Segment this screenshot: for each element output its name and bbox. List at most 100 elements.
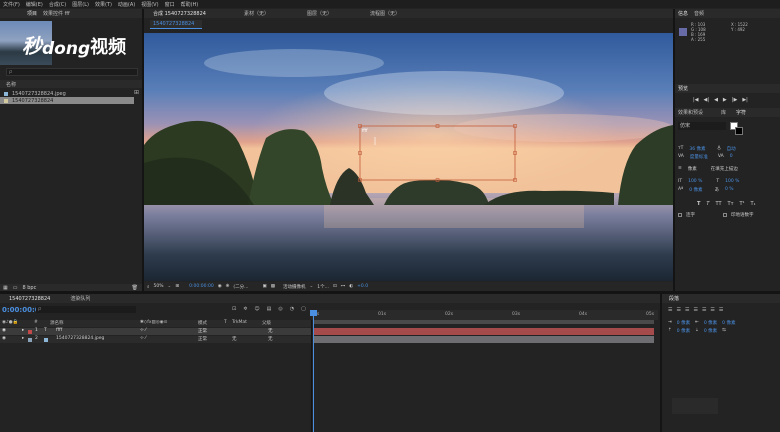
layer-mode-select[interactable]: 正常	[198, 336, 207, 342]
visibility-eye-icon[interactable]: ◉	[2, 328, 6, 333]
indent-right-field[interactable]: 0 像素	[704, 320, 717, 326]
tab-character[interactable]: 字符	[736, 109, 746, 116]
project-item[interactable]: 1540727328824.jpeg	[0, 90, 134, 97]
reverse-button[interactable]: ◀	[714, 97, 718, 103]
font-family-select[interactable]: 仿宋	[678, 122, 726, 130]
tab-layer[interactable]: 图层（无）	[307, 10, 332, 17]
faux-italic-button[interactable]: T	[706, 201, 709, 207]
text-layer-content[interactable]: ffff	[362, 128, 368, 133]
new-folder-icon[interactable]: ▭	[13, 285, 18, 291]
text-direction-icon[interactable]: ⇆	[722, 328, 726, 334]
column-trkmat[interactable]: TrkMat	[232, 320, 247, 325]
layer-name[interactable]: ffff	[56, 328, 62, 333]
tab-project[interactable]: 项目	[27, 10, 37, 17]
indent-left-field[interactable]: 0 像素	[677, 320, 690, 326]
trash-icon[interactable]: 🗑	[132, 285, 138, 291]
indent-first-field[interactable]: 0 像素	[722, 320, 735, 326]
baseline-field[interactable]: 0 像素	[689, 187, 702, 193]
justify-center-icon[interactable]: ☰	[702, 307, 706, 313]
layer-switches[interactable]: ⊹ ⁄	[140, 328, 146, 333]
tab-effect-controls[interactable]: 效果控件 fff	[43, 10, 70, 17]
stroke-mode-select[interactable]: 在填充上描边	[711, 166, 738, 172]
align-center-icon[interactable]: ☰	[676, 307, 680, 313]
layer-trkmat-select[interactable]: 无	[232, 336, 237, 342]
render-icon[interactable]: ⊡	[333, 284, 337, 289]
justify-left-icon[interactable]: ☰	[693, 307, 697, 313]
play-button[interactable]: ▶	[723, 97, 727, 103]
small-caps-button[interactable]: Tт	[728, 201, 734, 207]
timeline-search-input[interactable]: ρ	[36, 306, 136, 313]
kerning-field[interactable]: 度量标准	[690, 154, 708, 160]
menu-file[interactable]: 文件(F)	[0, 1, 23, 8]
menu-window[interactable]: 窗口	[162, 1, 178, 8]
stroke-width-field[interactable]: 像素	[688, 166, 697, 172]
layer-parent-select[interactable]: 无	[268, 328, 273, 334]
subscript-button[interactable]: T₁	[751, 201, 756, 207]
tab-audio[interactable]: 音频	[694, 10, 704, 17]
hindi-digits-checkbox[interactable]	[723, 213, 727, 217]
menu-effect[interactable]: 效果(T)	[92, 1, 115, 8]
keyframe-icon[interactable]: ▢	[301, 306, 306, 312]
tab-preview[interactable]: 预览	[678, 85, 688, 92]
menu-help[interactable]: 帮助(H)	[178, 1, 202, 8]
shy-icon[interactable]: ☺	[254, 306, 259, 312]
expand-arrow-icon[interactable]: ▸	[22, 336, 24, 341]
frame-blend-icon[interactable]: ▤	[267, 306, 272, 312]
visibility-eye-icon[interactable]: ◉	[2, 336, 6, 341]
tab-timeline-comp[interactable]: 1540727328824	[9, 296, 50, 302]
comp-mini-icon[interactable]: ⊡	[232, 306, 236, 312]
fill-stroke-swatch[interactable]	[730, 122, 744, 135]
color-icon[interactable]: ❋	[226, 284, 230, 289]
camera-select[interactable]: 活动摄像机	[283, 284, 306, 290]
font-size-field[interactable]: 36 像素	[689, 146, 705, 152]
next-frame-button[interactable]: |▶	[732, 97, 738, 103]
justify-right-icon[interactable]: ☰	[710, 307, 714, 313]
playhead-handle[interactable]	[310, 310, 317, 316]
exposure-icon[interactable]: ◐	[349, 284, 353, 289]
graph-editor-icon[interactable]: ◔	[290, 306, 294, 312]
quality-select[interactable]: (二分...	[233, 284, 248, 290]
viewer-subtab[interactable]: 1540727328824	[150, 20, 202, 29]
menu-layer[interactable]: 图层(L)	[69, 1, 92, 8]
tab-info[interactable]: 信息	[678, 10, 688, 17]
exposure-value[interactable]: +0.0	[357, 284, 368, 289]
faux-bold-button[interactable]: T	[697, 201, 700, 207]
flowchart-icon[interactable]: ⊶	[341, 284, 346, 289]
ligature-checkbox[interactable]	[678, 213, 682, 217]
column-parent[interactable]: 父级	[262, 320, 271, 326]
timecode-display[interactable]: 0:00:00:00	[189, 284, 214, 289]
region-icon[interactable]: ▣	[262, 284, 266, 289]
project-item[interactable]: 1540727328824	[0, 97, 134, 104]
layer-name[interactable]: 1540727328824.jpeg	[56, 336, 104, 341]
tsume-field[interactable]: 0 %	[725, 187, 734, 193]
interpret-footage-icon[interactable]: ▦	[3, 285, 8, 291]
tab-effects-presets[interactable]: 效果和预设	[678, 109, 703, 116]
space-before-field[interactable]: 0 像素	[677, 328, 690, 334]
project-search-input[interactable]: ρ	[6, 68, 138, 76]
layer-row[interactable]: ◉ ▸ 2 1540727328824.jpeg ⊹ ⁄ 正常 无 无	[0, 336, 312, 343]
justify-all-icon[interactable]: ☰	[719, 307, 723, 313]
tab-composition[interactable]: 合成 1540727328824	[153, 10, 206, 17]
align-left-icon[interactable]: ☰	[668, 307, 672, 313]
layer-bar-text[interactable]	[314, 328, 654, 335]
menu-edit[interactable]: 编辑(E)	[23, 1, 46, 8]
vertical-scale-field[interactable]: 100 %	[688, 179, 702, 184]
leading-field[interactable]: 自动	[727, 146, 736, 152]
layer-label-color[interactable]	[28, 329, 32, 334]
transparency-icon[interactable]: ▩	[271, 284, 275, 289]
column-source-name[interactable]: 源名称	[50, 320, 64, 326]
layer-mode-select[interactable]: 正常	[198, 328, 207, 334]
chevron-down-icon[interactable]: ⌄	[168, 284, 172, 289]
menu-composition[interactable]: 合成(C)	[46, 1, 69, 8]
bpc-button[interactable]: 8 bpc	[22, 285, 36, 291]
tracking-field[interactable]: 0	[730, 154, 733, 160]
work-area-bar[interactable]	[314, 320, 654, 324]
align-right-icon[interactable]: ☰	[685, 307, 689, 313]
tab-render-queue[interactable]: 渲染队列	[70, 295, 90, 302]
horizontal-scale-field[interactable]: 100 %	[725, 179, 739, 184]
prev-frame-button[interactable]: ◀|	[704, 97, 710, 103]
tab-footage[interactable]: 素材（无）	[244, 10, 269, 17]
draft-3d-icon[interactable]: ✲	[243, 306, 247, 312]
first-frame-button[interactable]: |◀	[693, 97, 699, 103]
column-mode[interactable]: 模式	[198, 320, 207, 326]
